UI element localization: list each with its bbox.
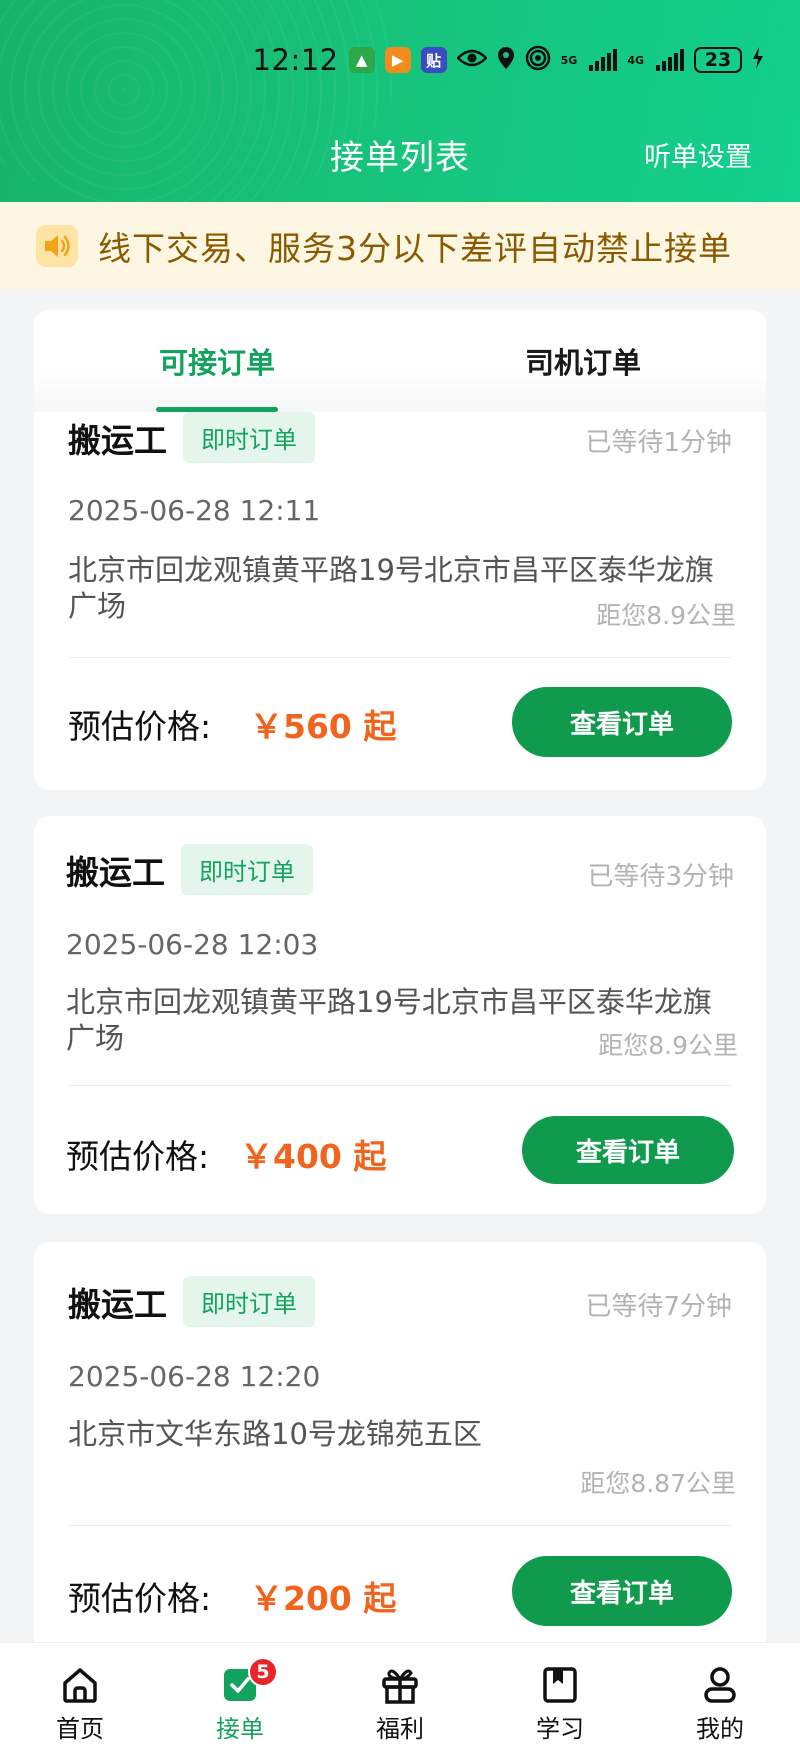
price-label: 预估价格: [68,1579,212,1618]
order-address: 北京市文华东路10号龙锦苑五区 [68,1417,482,1451]
price-value: ￥400 起 [240,1137,387,1176]
nav-label-profile: 我的 [696,1715,744,1743]
listen-settings-button[interactable]: 听单设置 [644,135,752,174]
nav-item-welfare[interactable]: 福利 [320,1643,480,1760]
order-card: 搬运工 即时订单 已等待7分钟 2025-06-28 12:20 北京市文华东路… [34,1242,766,1662]
order-type-badge: 即时订单 [183,412,315,463]
status-time: 12:12 [252,43,339,77]
order-time: 2025-06-28 12:03 [66,928,319,961]
wait-time: 已等待1分钟 [585,428,732,458]
hotspot-icon [525,45,551,75]
status-bar: 12:12 ▲ ▶ 贴 5G 4G 23 [253,40,764,80]
nav-label-home: 首页 [56,1715,104,1743]
nav-item-profile[interactable]: 我的 [640,1643,800,1760]
order-distance: 距您8.87公里 [580,1469,736,1498]
play-notification-icon: ▶ [384,47,411,73]
notice-bar: 线下交易、服务3分以下差评自动禁止接单 [0,202,800,290]
tab-available-orders[interactable]: 可接订单 [34,310,400,412]
order-header: 搬运工 即时订单 [68,1276,315,1327]
nav-label-welfare: 福利 [376,1715,424,1743]
gift-icon [380,1665,420,1705]
order-card: 搬运工 即时订单 已等待3分钟 2025-06-28 12:03 北京市回龙观镇… [34,816,766,1214]
signal-strength-icon [589,49,618,71]
orders-count-badge: 5 [248,1657,278,1687]
order-time: 2025-06-28 12:20 [68,1360,321,1393]
price-value: ￥560 起 [250,707,397,746]
order-distance: 距您8.9公里 [598,1031,738,1060]
nav-item-home[interactable]: 首页 [0,1643,160,1760]
home-icon [60,1665,100,1705]
tab-driver-orders[interactable]: 司机订单 [400,310,766,412]
battery-level: 23 [704,49,732,71]
signal-strength-icon-2 [656,49,684,71]
nav-item-learn[interactable]: 学习 [480,1643,640,1760]
bottom-nav: 首页 5 接单 福利 学习 我的 [0,1642,800,1760]
signal-label-4g: 4G [627,53,644,67]
divider [68,1525,732,1526]
price-label: 预估价格: [68,707,212,746]
notice-text: 线下交易、服务3分以下差评自动禁止接单 [98,229,732,268]
signal-label-5g: 5G [560,53,578,67]
order-card: 搬运工 即时订单 已等待1分钟 2025-06-28 12:11 北京市回龙观镇… [34,380,766,790]
nav-label-learn: 学习 [536,1715,584,1743]
divider [68,1085,732,1086]
nav-item-orders[interactable]: 5 接单 [160,1643,320,1760]
profile-icon [700,1665,740,1705]
charging-icon [752,46,764,74]
price-label: 预估价格: [66,1137,210,1176]
divider [68,657,732,658]
order-title: 搬运工 [68,420,167,460]
order-tabs: 可接订单 司机订单 [34,310,766,412]
order-distance: 距您8.9公里 [596,601,736,630]
battery-icon: 23 [694,47,742,73]
price-value: ￥200 起 [250,1579,397,1618]
eye-icon [455,48,488,72]
speaker-icon [36,225,78,267]
order-header: 搬运工 即时订单 [68,412,315,463]
location-icon [497,46,515,74]
nav-label-orders: 接单 [216,1715,264,1743]
tieba-notification-icon: 贴 [420,47,447,73]
order-header: 搬运工 即时订单 [66,844,313,895]
order-type-badge: 即时订单 [183,1276,315,1327]
view-order-button[interactable]: 查看订单 [512,687,732,757]
header: 12:12 ▲ ▶ 贴 5G 4G 23 接单列表 听单设置 [0,0,800,202]
order-title: 搬运工 [66,852,165,892]
book-icon [540,1665,580,1705]
wait-time: 已等待3分钟 [587,862,734,892]
order-type-badge: 即时订单 [181,844,313,895]
order-title: 搬运工 [68,1284,167,1324]
app-notification-icon: ▲ [348,47,375,73]
view-order-button[interactable]: 查看订单 [522,1116,734,1184]
view-order-button[interactable]: 查看订单 [512,1556,732,1626]
order-time: 2025-06-28 12:11 [68,494,321,527]
wait-time: 已等待7分钟 [585,1292,732,1322]
